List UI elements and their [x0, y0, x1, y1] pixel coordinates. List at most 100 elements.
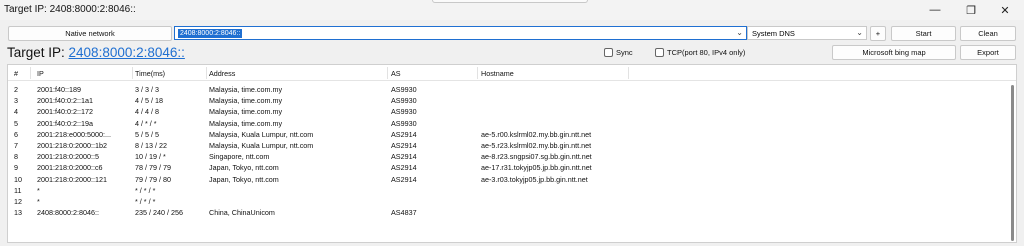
time-cell: 235 / 240 / 256 [135, 208, 183, 218]
as-cell: AS9930 [391, 107, 417, 117]
time-cell: 4 / 5 / 18 [135, 96, 163, 106]
time-cell: * / * / * [135, 185, 156, 195]
target-heading: Target IP: 2408:8000:2:8046:: [7, 45, 185, 60]
table-row[interactable]: 2 2001:f40::189 3 / 3 / 3 Malaysia, time.co… [8, 84, 1016, 95]
time-cell: 79 / 79 / 80 [135, 174, 171, 184]
time-cell: * / * / * [135, 197, 156, 206]
map-button[interactable]: Microsoft bing map [832, 45, 956, 60]
table-row[interactable]: 11 * * / * / * [8, 185, 1016, 196]
close-button[interactable]: ✕ [988, 0, 1022, 20]
hop-cell: 13 [14, 208, 22, 218]
table-row[interactable]: 8 2001:218:0:2000::5 10 / 19 / * Singapore,… [8, 151, 1016, 162]
hostname-cell: ae-8.r23.sngpsi07.sg.bb.gin.ntt.net [481, 152, 592, 162]
ip-cell: 2001:218:0:2000::121 [37, 174, 107, 184]
table-row[interactable]: 6 2001:218:e000:5000:... 5 / 5 / 5 Malaysia… [8, 129, 1016, 140]
table-row[interactable]: 9 2001:218:0:2000::c6 78 / 79 / 79 Japan, T… [8, 162, 1016, 173]
clean-button[interactable]: Clean [960, 26, 1016, 41]
hop-cell: 3 [14, 96, 18, 106]
sync-label: Sync [616, 48, 633, 57]
ip-cell: 2001:f40:0:2::172 [37, 107, 93, 117]
minimize-button[interactable]: — [918, 0, 952, 20]
hostname-cell: ae-5.r00.kslrml02.my.bb.gin.ntt.net [481, 129, 592, 139]
time-cell: 78 / 79 / 79 [135, 163, 171, 173]
checkbox-icon [655, 48, 664, 57]
column-header-address[interactable]: Address [209, 69, 235, 78]
address-cell: China, ChinaUnicom [209, 208, 275, 218]
snap-layout-handle[interactable] [432, 0, 588, 3]
ip-cell: 2001:f40:0:2::1a1 [37, 96, 93, 106]
as-cell: AS9930 [391, 118, 417, 128]
table-row[interactable]: 3 2001:f40:0:2::1a1 4 / 5 / 18 Malaysia, ti… [8, 95, 1016, 106]
hop-cell: 2 [14, 85, 18, 94]
address-cell: Japan, Tokyo, ntt.com [209, 174, 279, 184]
target-input-value: 2408:8000:2:8046:: [178, 29, 243, 38]
dns-select[interactable]: System DNS ⌄ [747, 26, 867, 40]
ip-cell: 2001:218:e000:5000:... [37, 129, 111, 139]
minimize-icon: — [929, 4, 941, 16]
ip-cell: * [37, 185, 40, 195]
address-cell: Malaysia, time.com.my [209, 85, 283, 94]
restore-button[interactable]: ❐ [954, 0, 988, 20]
add-dns-button[interactable]: + [870, 26, 886, 41]
title-bar: Target IP: 2408:8000:2:8046:: — ❐ ✕ [0, 0, 1024, 20]
ip-cell: 2001:f40::189 [37, 85, 81, 94]
chevron-down-icon[interactable]: ⌄ [736, 28, 743, 37]
table-row[interactable]: 13 2408:8000:2:8046:: 235 / 240 / 256 China… [8, 207, 1016, 218]
chevron-down-icon: ⌄ [856, 28, 863, 37]
address-cell: Malaysia, Kuala Lumpur, ntt.com [209, 141, 314, 150]
column-header-time[interactable]: Time(ms) [135, 69, 165, 78]
address-cell: Japan, Tokyo, ntt.com [209, 163, 279, 173]
address-cell: Singapore, ntt.com [209, 152, 270, 162]
target-heading-prefix: Target IP: [7, 45, 69, 60]
dns-select-value: System DNS [752, 29, 795, 38]
column-header-hop[interactable]: # [14, 69, 18, 78]
ip-cell: 2001:218:0:2000::c6 [37, 163, 103, 173]
ip-cell: 2001:f40:0:2::19a [37, 118, 93, 128]
time-cell: 4 / * / * [135, 118, 157, 128]
hop-cell: 12 [14, 197, 22, 206]
ip-cell: 2001:218:0:2000::5 [37, 152, 99, 162]
address-cell: Malaysia, time.com.my [209, 118, 283, 128]
tcp-label: TCP(port 80, IPv4 only) [667, 48, 746, 57]
target-input[interactable]: 2408:8000:2:8046:: ⌄ [174, 26, 747, 40]
time-cell: 4 / 4 / 8 [135, 107, 159, 117]
table-row[interactable]: 4 2001:f40:0:2::172 4 / 4 / 8 Malaysia, tim… [8, 106, 1016, 117]
hop-cell: 11 [14, 185, 22, 195]
as-cell: AS2914 [391, 129, 417, 139]
address-cell: Malaysia, time.com.my [209, 96, 283, 106]
hostname-cell: ae-17.r31.tokyjp05.jp.bb.gin.ntt.net [481, 163, 592, 173]
start-button[interactable]: Start [891, 26, 956, 41]
close-icon: ✕ [1000, 4, 1010, 17]
hop-cell: 5 [14, 118, 18, 128]
sync-checkbox[interactable]: Sync [604, 48, 633, 57]
ip-cell: * [37, 197, 40, 206]
export-button[interactable]: Export [960, 45, 1016, 60]
as-cell: AS9930 [391, 96, 417, 106]
table-header: # IP Time(ms) Address AS Hostname [8, 65, 1016, 81]
table-row[interactable]: 12 * * / * / * [8, 196, 1016, 207]
vertical-scrollbar[interactable] [1011, 85, 1014, 241]
hop-cell: 7 [14, 141, 18, 150]
table-row[interactable]: 10 2001:218:0:2000::121 79 / 79 / 80 Japan,… [8, 174, 1016, 185]
checkbox-icon [604, 48, 613, 57]
hostname-cell: ae-5.r23.kslrml02.my.bb.gin.ntt.net [481, 141, 592, 150]
hop-cell: 10 [14, 174, 22, 184]
time-cell: 3 / 3 / 3 [135, 85, 159, 94]
as-cell: AS9930 [391, 85, 417, 94]
tcp-checkbox[interactable]: TCP(port 80, IPv4 only) [655, 48, 745, 57]
window-title: Target IP: 2408:8000:2:8046:: [4, 4, 136, 15]
hop-cell: 4 [14, 107, 18, 117]
hop-cell: 6 [14, 129, 18, 139]
table-row[interactable]: 7 2001:218:0:2000::1b2 8 / 13 / 22 Malaysia… [8, 140, 1016, 151]
column-header-ip[interactable]: IP [37, 69, 44, 78]
column-header-as[interactable]: AS [391, 69, 401, 78]
table-row[interactable]: 5 2001:f40:0:2::19a 4 / * / * Malaysia, tim… [8, 118, 1016, 129]
hop-cell: 9 [14, 163, 18, 173]
target-ip-link[interactable]: 2408:8000:2:8046:: [69, 45, 185, 60]
network-button[interactable]: Native network [8, 26, 172, 41]
ip-cell: 2408:8000:2:8046:: [37, 208, 99, 218]
hop-cell: 8 [14, 152, 18, 162]
column-header-hostname[interactable]: Hostname [481, 69, 514, 78]
time-cell: 8 / 13 / 22 [135, 141, 167, 150]
address-cell: Malaysia, Kuala Lumpur, ntt.com [209, 129, 314, 139]
